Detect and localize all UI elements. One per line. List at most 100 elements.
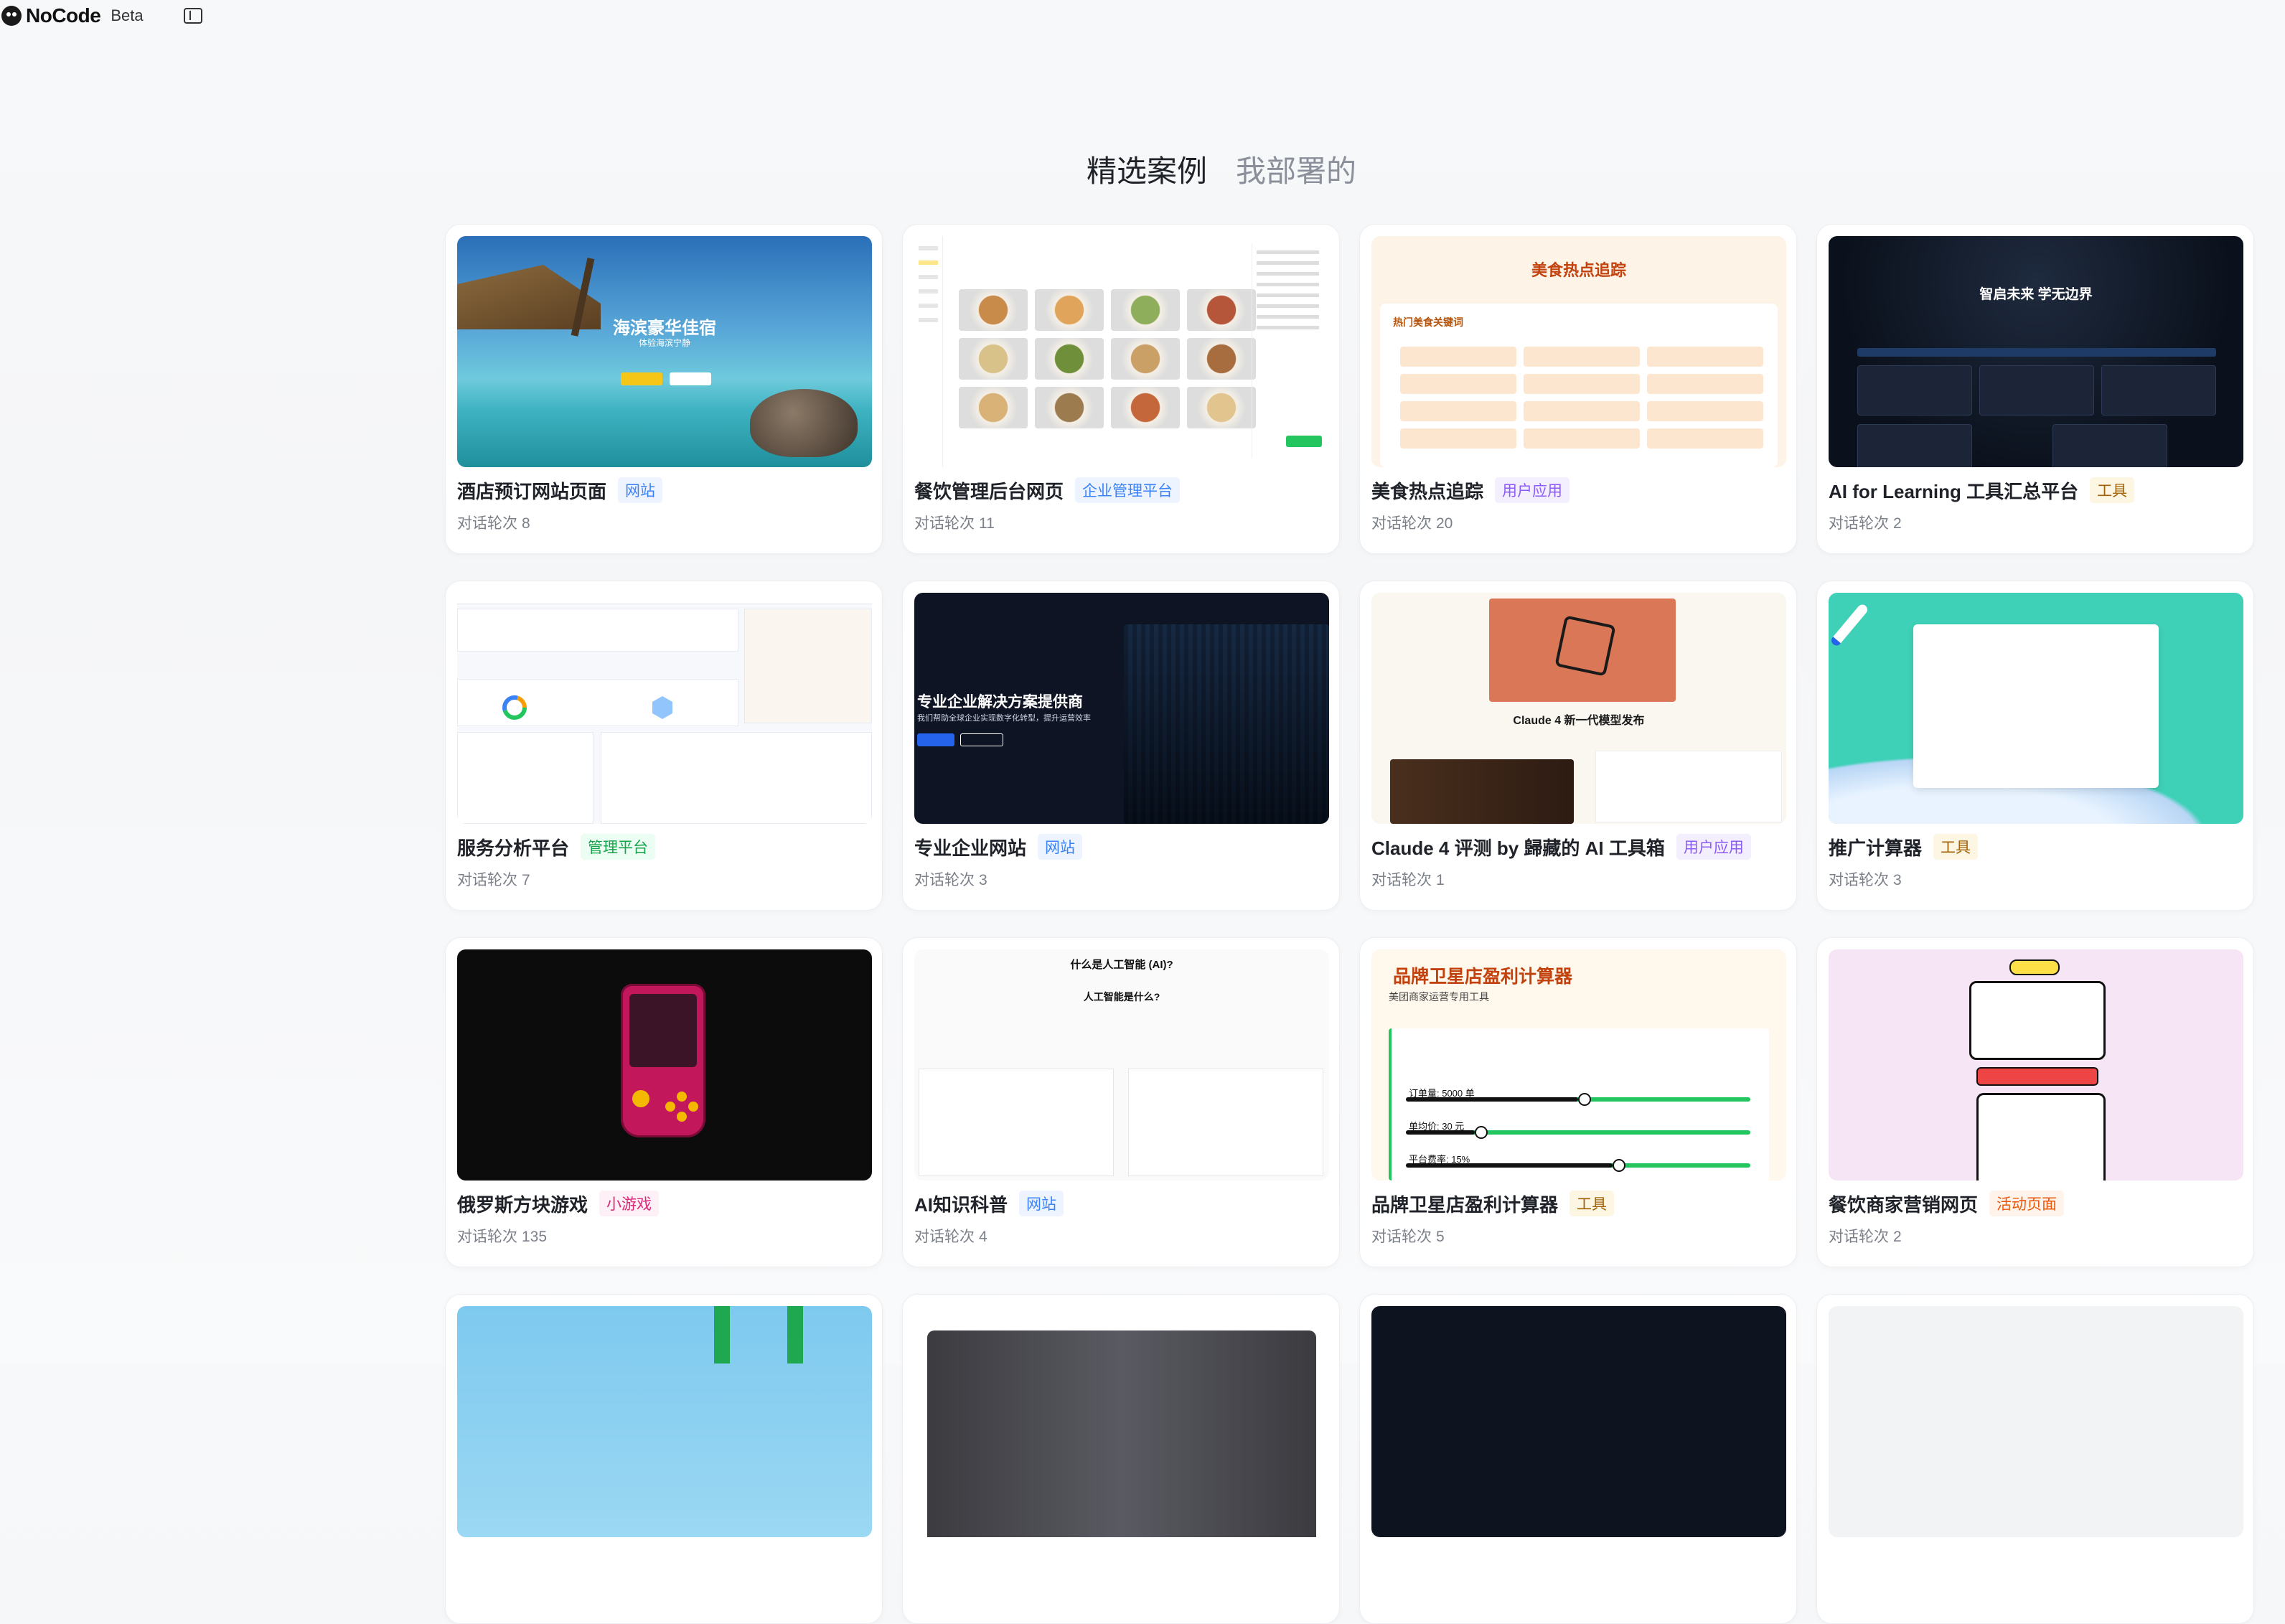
case-thumbnail xyxy=(914,1306,1329,1537)
case-rounds: 对话轮次 4 xyxy=(914,1225,1328,1247)
case-rounds: 对话轮次 7 xyxy=(457,868,871,890)
case-thumbnail xyxy=(457,1306,872,1537)
rounds-count: 2 xyxy=(1893,1229,1902,1245)
thumb-subheading: 体验海滨宁静 xyxy=(638,338,690,348)
brand-name[interactable]: NoCode xyxy=(26,4,101,27)
case-card-restaurant-admin[interactable]: 餐饮管理后台网页 企业管理平台 对话轮次 11 xyxy=(902,224,1340,554)
case-rounds: 对话轮次 3 xyxy=(914,868,1328,890)
case-thumbnail xyxy=(457,593,872,824)
case-card-corporate-site[interactable]: 专业企业解决方案提供商 我们帮助全球企业实现数字化转型，提升运营效率 专业企业网… xyxy=(902,581,1340,911)
case-title: 餐饮管理后台网页 xyxy=(914,480,1064,502)
case-thumbnail: Claude 4 新一代模型发布 xyxy=(1371,593,1786,824)
case-thumbnail xyxy=(1829,1306,2243,1537)
case-card-promo-calculator[interactable]: 推广计算器 工具 对话轮次 3 xyxy=(1816,581,2254,911)
case-title: AI知识科普 xyxy=(914,1193,1008,1216)
thumb-heading: Claude 4 新一代模型发布 xyxy=(1513,715,1645,727)
food-image xyxy=(1111,289,1180,331)
rocket-icon xyxy=(1829,602,1869,648)
beta-badge: Beta xyxy=(111,6,144,24)
rounds-count: 4 xyxy=(979,1229,987,1245)
case-thumbnail: 美食热点追踪 热门美食关键词 xyxy=(1371,236,1786,467)
case-title: 服务分析平台 xyxy=(457,837,570,859)
case-title: 专业企业网站 xyxy=(914,837,1027,859)
slider-knob[interactable] xyxy=(1578,1093,1591,1106)
case-card[interactable] xyxy=(902,1294,1340,1624)
food-image xyxy=(1187,338,1256,380)
food-image xyxy=(1111,387,1180,428)
case-rounds: 对话轮次 1 xyxy=(1371,868,1785,890)
rounds-count: 7 xyxy=(522,872,530,888)
food-image xyxy=(1035,289,1104,331)
case-thumbnail xyxy=(1829,949,2243,1181)
case-card-service-analytics[interactable]: 服务分析平台 管理平台 对话轮次 7 xyxy=(445,581,883,911)
case-title: 美食热点追踪 xyxy=(1371,480,1484,502)
case-card[interactable] xyxy=(445,1294,883,1624)
rounds-label: 对话轮次 xyxy=(914,872,975,888)
case-card-brand-calculator[interactable]: 品牌卫星店盈利计算器 美团商家运营专用工具 订单量: 5000 单 单均价: 3… xyxy=(1359,937,1797,1267)
case-title: AI for Learning 工具汇总平台 xyxy=(1829,480,2079,502)
food-image xyxy=(1035,338,1104,380)
case-grid: 海滨豪华佳宿 体验海滨宁静 酒店预订网站页面 网站 对话轮次 8 餐饮管理后台网页… xyxy=(445,224,2254,1624)
rounds-count: 20 xyxy=(1436,515,1453,532)
case-card-ai-learning[interactable]: 智启未来 学无边界 AI for Learning 工具汇总平台 工具 对话轮次… xyxy=(1816,224,2254,554)
case-thumbnail: 品牌卫星店盈利计算器 美团商家运营专用工具 订单量: 5000 单 单均价: 3… xyxy=(1371,949,1786,1181)
case-tag: 网站 xyxy=(618,477,663,503)
case-thumbnail xyxy=(1829,593,2243,824)
rounds-label: 对话轮次 xyxy=(457,1229,517,1245)
thumb-heading: 品牌卫星店盈利计算器 xyxy=(1393,967,1573,987)
case-title: 酒店预订网站页面 xyxy=(457,480,607,502)
case-card-ai-knowledge[interactable]: 什么是人工智能 (AI)? 人工智能是什么? AI知识科普 网站 对话轮次 4 xyxy=(902,937,1340,1267)
rounds-label: 对话轮次 xyxy=(914,515,975,532)
food-image xyxy=(1035,387,1104,428)
rounds-count: 3 xyxy=(1893,872,1902,888)
case-tag: 工具 xyxy=(2090,477,2135,503)
case-rounds: 对话轮次 8 xyxy=(457,512,871,533)
slider-knob[interactable] xyxy=(1613,1159,1625,1172)
rounds-count: 8 xyxy=(522,515,530,532)
thumb-heading: 专业企业解决方案提供商 xyxy=(917,694,1083,710)
case-thumbnail: 智启未来 学无边界 xyxy=(1829,236,2243,467)
case-title: 品牌卫星店盈利计算器 xyxy=(1371,1193,1559,1216)
case-tag: 企业管理平台 xyxy=(1075,477,1181,503)
rounds-label: 对话轮次 xyxy=(1371,1229,1432,1245)
orders-slider[interactable] xyxy=(1406,1093,1750,1106)
case-card-claude-review[interactable]: Claude 4 新一代模型发布 Claude 4 评测 by 歸藏的 AI 工… xyxy=(1359,581,1797,911)
thumb-label: 热门美食关键词 xyxy=(1393,316,1463,328)
tab-featured-cases[interactable]: 精选案例 xyxy=(1087,147,1207,191)
case-rounds: 对话轮次 5 xyxy=(1371,1225,1785,1247)
case-card-food-trends[interactable]: 美食热点追踪 热门美食关键词 美食热点追踪 用户应用 对话轮次 20 xyxy=(1359,224,1797,554)
case-rounds: 对话轮次 135 xyxy=(457,1225,871,1247)
case-tag: 管理平台 xyxy=(581,834,656,860)
case-rounds: 对话轮次 2 xyxy=(1829,1225,2242,1247)
slider-knob[interactable] xyxy=(1475,1126,1488,1139)
tab-my-deployments[interactable]: 我部署的 xyxy=(1236,147,1356,191)
case-card[interactable] xyxy=(1359,1294,1797,1624)
rounds-label: 对话轮次 xyxy=(914,1229,975,1245)
price-slider[interactable] xyxy=(1406,1126,1750,1139)
food-image xyxy=(1187,289,1256,331)
rounds-label: 对话轮次 xyxy=(1371,872,1432,888)
video-thumbnail[interactable] xyxy=(1390,759,1574,824)
case-tag: 活动页面 xyxy=(1989,1191,2065,1216)
case-card-restaurant-marketing[interactable]: 餐饮商家营销网页 活动页面 对话轮次 2 xyxy=(1816,937,2254,1267)
case-tabs: 精选案例 我部署的 xyxy=(0,147,2285,191)
nocode-logo-icon[interactable] xyxy=(1,6,22,26)
rounds-count: 5 xyxy=(1436,1229,1445,1245)
case-card-hotel[interactable]: 海滨豪华佳宿 体验海滨宁静 酒店预订网站页面 网站 对话轮次 8 xyxy=(445,224,883,554)
case-title: Claude 4 评测 by 歸藏的 AI 工具箱 xyxy=(1371,837,1665,859)
case-tag: 工具 xyxy=(1933,834,1979,860)
rounds-label: 对话轮次 xyxy=(1829,1229,1889,1245)
rounds-count: 2 xyxy=(1893,515,1902,532)
case-rounds: 对话轮次 20 xyxy=(1371,512,1785,533)
fee-slider[interactable] xyxy=(1406,1159,1750,1172)
thumb-heading: 什么是人工智能 (AI)? xyxy=(1070,959,1173,971)
sidebar-toggle-icon[interactable] xyxy=(183,8,202,24)
hexagon-icon xyxy=(652,696,672,719)
case-card-tetris[interactable]: 俄罗斯方块游戏 小游戏 对话轮次 135 xyxy=(445,937,883,1267)
case-rounds: 对话轮次 3 xyxy=(1829,868,2242,890)
rounds-label: 对话轮次 xyxy=(1371,515,1432,532)
rounds-label: 对话轮次 xyxy=(457,515,517,532)
case-card[interactable] xyxy=(1816,1294,2254,1624)
case-tag: 用户应用 xyxy=(1495,477,1570,503)
case-title: 俄罗斯方块游戏 xyxy=(457,1193,588,1216)
